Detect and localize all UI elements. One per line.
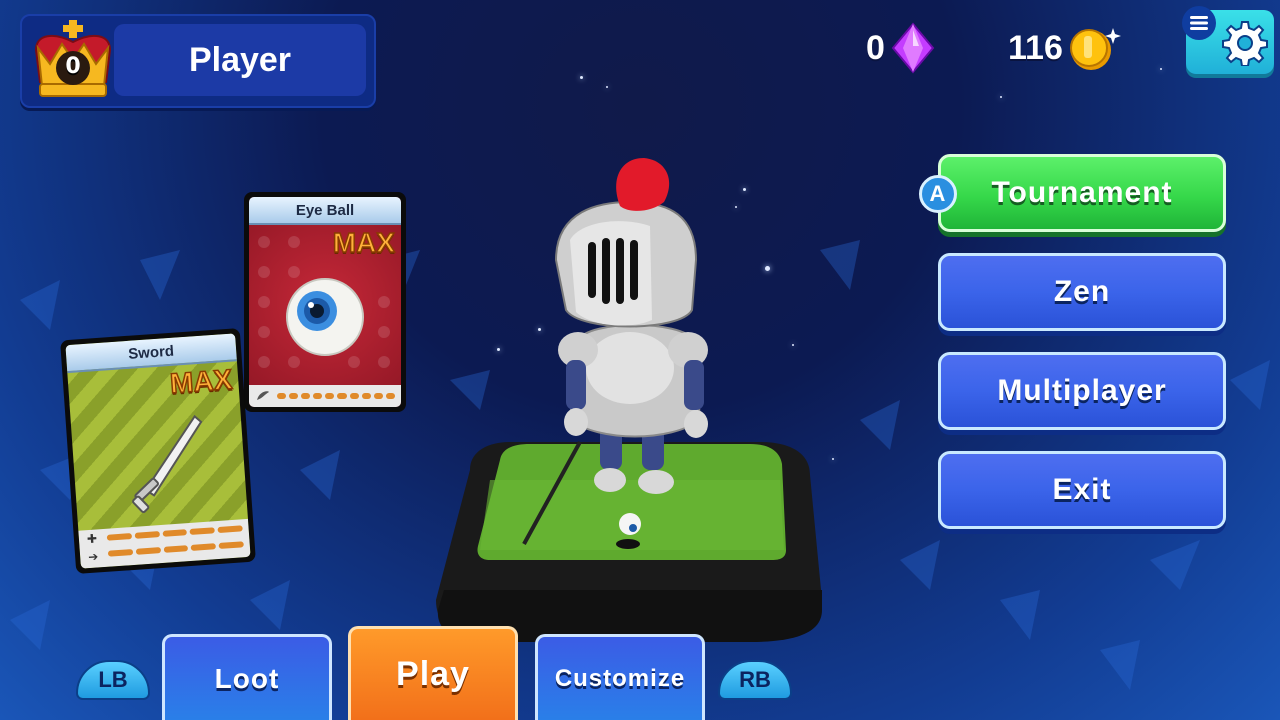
tab-loot-label: Loot (214, 662, 280, 694)
eyeball-icon (286, 278, 364, 356)
card-max-badge: MAX (332, 226, 396, 259)
plus-icon: ✚ (86, 531, 98, 547)
coin-counter: 116 (1008, 22, 1123, 74)
multiplayer-button[interactable]: Multiplayer (938, 352, 1226, 430)
tab-customize[interactable]: Customize (535, 634, 705, 720)
tournament-button[interactable]: A Tournament (919, 154, 1226, 232)
arrow-icon: ➔ (87, 549, 99, 565)
card-title: Eye Ball (249, 197, 401, 225)
multiplayer-label: Multiplayer (997, 374, 1167, 407)
card-progress-bar (249, 385, 401, 407)
crown-count: 0 (65, 54, 81, 79)
exit-label: Exit (1052, 473, 1112, 506)
coin-icon (1069, 28, 1121, 70)
sword-icon (132, 414, 203, 514)
tab-loot[interactable]: Loot (162, 634, 332, 720)
gem-icon (891, 22, 935, 74)
gem-count: 0 (866, 28, 885, 67)
tab-play[interactable]: Play (348, 626, 518, 720)
eyeball-card[interactable]: Eye Ball MAX (244, 192, 406, 412)
zen-label: Zen (1053, 275, 1111, 308)
settings-button[interactable] (1182, 6, 1274, 74)
knight-character (436, 158, 822, 642)
tournament-label: Tournament (991, 176, 1173, 209)
tab-customize-label: Customize (554, 664, 686, 692)
player-name-box: Player (114, 24, 366, 96)
player-profile-panel[interactable]: 0 Player (20, 14, 376, 108)
card-progress-bar: ✚ ➔ (78, 518, 251, 569)
player-name: Player (188, 40, 292, 79)
sword-card[interactable]: Sword MAX ✚ ➔ (60, 328, 256, 574)
coin-count: 116 (1008, 28, 1063, 67)
a-button-badge: A (919, 175, 957, 213)
card-max-badge: MAX (168, 363, 234, 400)
gem-counter: 0 (866, 22, 937, 74)
tab-play-label: Play (396, 655, 470, 693)
exit-button[interactable]: Exit (938, 451, 1226, 529)
gear-icon (1222, 21, 1268, 66)
menu-icon[interactable] (1182, 6, 1216, 40)
zen-button[interactable]: Zen (938, 253, 1226, 331)
wing-icon (257, 391, 269, 400)
